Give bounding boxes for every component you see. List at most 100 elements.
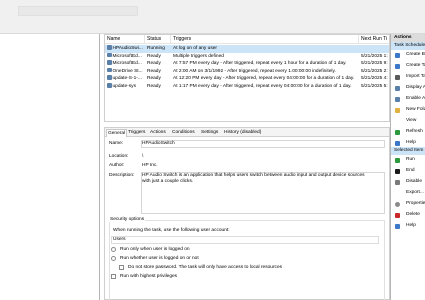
task-name: MicrosoftEd... — [112, 61, 142, 67]
radio-logged-on[interactable] — [111, 247, 116, 252]
task-trigger: Multiple triggers defined — [173, 53, 224, 59]
checkbox-highest-privileges[interactable] — [111, 274, 116, 279]
action-end[interactable]: End — [391, 167, 425, 175]
name-value: HPAudioSwitch — [142, 141, 175, 146]
action-help-selected[interactable]: Help — [391, 222, 425, 230]
refresh-icon — [395, 129, 400, 135]
task-status: Running — [147, 46, 165, 51]
create-basic-task-icon — [395, 52, 400, 58]
action-help[interactable]: Help — [391, 139, 425, 147]
enable-all-icon — [395, 96, 400, 102]
user-account-field[interactable] — [111, 236, 379, 244]
action-disable[interactable]: Disable — [391, 178, 425, 186]
task-scheduler-section-header[interactable]: Task Scheduler — [391, 42, 425, 50]
radio-logged-on-label: Run only when user is logged on — [120, 247, 190, 252]
task-next-run: 5/21/2025 5: — [361, 84, 388, 89]
task-trigger: At log on of any user — [173, 46, 217, 51]
checkbox-no-password[interactable] — [119, 265, 124, 270]
description-line-2: with just a couple clicks. — [142, 179, 194, 184]
toolbar-strip — [18, 6, 138, 16]
tab-triggers[interactable]: Triggers — [127, 129, 146, 137]
help-icon — [395, 223, 400, 229]
help-icon — [395, 140, 400, 146]
task-name: HPAudioSwi... — [112, 46, 143, 51]
tab-history[interactable]: History (disabled) — [223, 129, 262, 137]
tab-general[interactable]: General — [106, 129, 128, 137]
column-header-next-run[interactable]: Next Run Ti — [359, 35, 389, 44]
name-label: Name: — [109, 141, 124, 146]
run-icon — [395, 157, 400, 163]
description-line-1: HP Audio Switch is an application that h… — [142, 173, 365, 178]
end-icon — [395, 168, 400, 174]
action-export[interactable]: Export... — [391, 189, 425, 197]
navigation-pane[interactable] — [0, 34, 100, 300]
task-next-run: 5/21/2025 9: — [361, 61, 388, 67]
name-field[interactable] — [141, 140, 385, 148]
radio-whether-logged-on-label: Run whether user is logged on or not — [120, 256, 199, 261]
selected-item-section-header[interactable]: Selected Item — [391, 147, 425, 155]
action-create-task[interactable]: Create Ta — [391, 62, 425, 70]
tab-conditions[interactable]: Conditions — [171, 129, 196, 137]
task-trigger: At 2:00 AM on 3/1/1992 - After triggered… — [173, 68, 336, 74]
task-name: OneDrive St... — [112, 68, 143, 74]
author-label: Author: — [109, 163, 125, 168]
when-running-label: When running the task, use the following… — [113, 228, 230, 233]
action-display-all[interactable]: Display A — [391, 84, 425, 92]
task-icon — [107, 52, 112, 58]
user-account-value: Users — [113, 237, 126, 242]
task-icon — [107, 83, 112, 88]
task-status: Ready — [147, 84, 161, 89]
task-next-run: 5/21/2025 4: — [361, 76, 388, 82]
task-row[interactable]: MicrosoftEd... Ready At 7:57 PM every da… — [105, 60, 389, 68]
checkbox-no-password-label: Do not store password. The task will onl… — [128, 265, 283, 270]
action-new-folder[interactable]: New Fold — [391, 106, 425, 114]
task-name: MicrosoftEd... — [112, 53, 142, 59]
task-icon — [107, 45, 112, 50]
author-value: HP Inc. — [142, 163, 158, 168]
task-list[interactable]: Name Status Triggers Next Run Ti HPAudio… — [104, 34, 390, 122]
task-name: update-S-1-... — [112, 76, 142, 82]
radio-whether-logged-on[interactable] — [111, 256, 116, 261]
action-import-task[interactable]: Import Ta — [391, 73, 425, 81]
task-scheduler-window: Name Status Triggers Next Run Ti HPAudio… — [0, 0, 425, 300]
task-row[interactable]: MicrosoftEd... Ready Multiple triggers d… — [105, 52, 389, 61]
task-trigger: At 1:17 PM every day - After triggered, … — [173, 84, 352, 89]
action-enable-all[interactable]: Enable A — [391, 95, 425, 103]
action-properties[interactable]: Properties — [391, 200, 425, 208]
action-create-basic-task[interactable]: Create Ba — [391, 51, 425, 59]
column-header-name[interactable]: Name — [105, 35, 145, 44]
detail-tabs: General Triggers Actions Conditions Sett… — [105, 128, 389, 137]
display-all-icon — [395, 85, 400, 91]
task-row[interactable]: update-sys Ready At 1:17 PM every day - … — [105, 83, 389, 91]
task-status: Ready — [147, 68, 161, 74]
task-row[interactable]: OneDrive St... Ready At 2:00 AM on 3/1/1… — [105, 67, 389, 76]
folder-icon — [395, 107, 400, 113]
action-view[interactable]: View — [391, 117, 425, 125]
delete-icon — [395, 212, 400, 218]
actions-pane: Actions Task Scheduler Create Ba Create … — [390, 34, 425, 300]
security-options-title: Security options — [109, 217, 146, 222]
tab-actions[interactable]: Actions — [149, 129, 167, 137]
task-trigger: At 12:20 PM every day - After triggered,… — [173, 76, 355, 82]
action-refresh[interactable]: Refresh — [391, 128, 425, 136]
task-status: Ready — [147, 61, 161, 67]
create-task-icon — [395, 63, 400, 69]
task-trigger: At 7:57 PM every day - After triggered, … — [173, 61, 347, 67]
import-task-icon — [395, 74, 400, 80]
task-icon — [107, 75, 112, 80]
task-icon — [107, 60, 112, 65]
task-row[interactable]: HPAudioSwi... Running At log on of any u… — [105, 45, 389, 53]
column-header-triggers[interactable]: Triggers — [171, 35, 359, 44]
top-toolbar-area — [0, 0, 425, 34]
task-next-run: 5/21/2025 2: — [361, 68, 388, 74]
task-row[interactable]: update-S-1-... Ready At 12:20 PM every d… — [105, 75, 389, 83]
action-run[interactable]: Run — [391, 156, 425, 164]
task-next-run: 5/21/2025 1: — [361, 53, 388, 59]
disable-icon — [395, 179, 400, 185]
tab-settings[interactable]: Settings — [200, 129, 219, 137]
location-label: Location: — [109, 154, 129, 159]
task-status: Ready — [147, 76, 161, 82]
action-delete[interactable]: Delete — [391, 211, 425, 219]
column-header-status[interactable]: Status — [145, 35, 171, 44]
task-detail-panel: General Triggers Actions Conditions Sett… — [104, 127, 390, 300]
